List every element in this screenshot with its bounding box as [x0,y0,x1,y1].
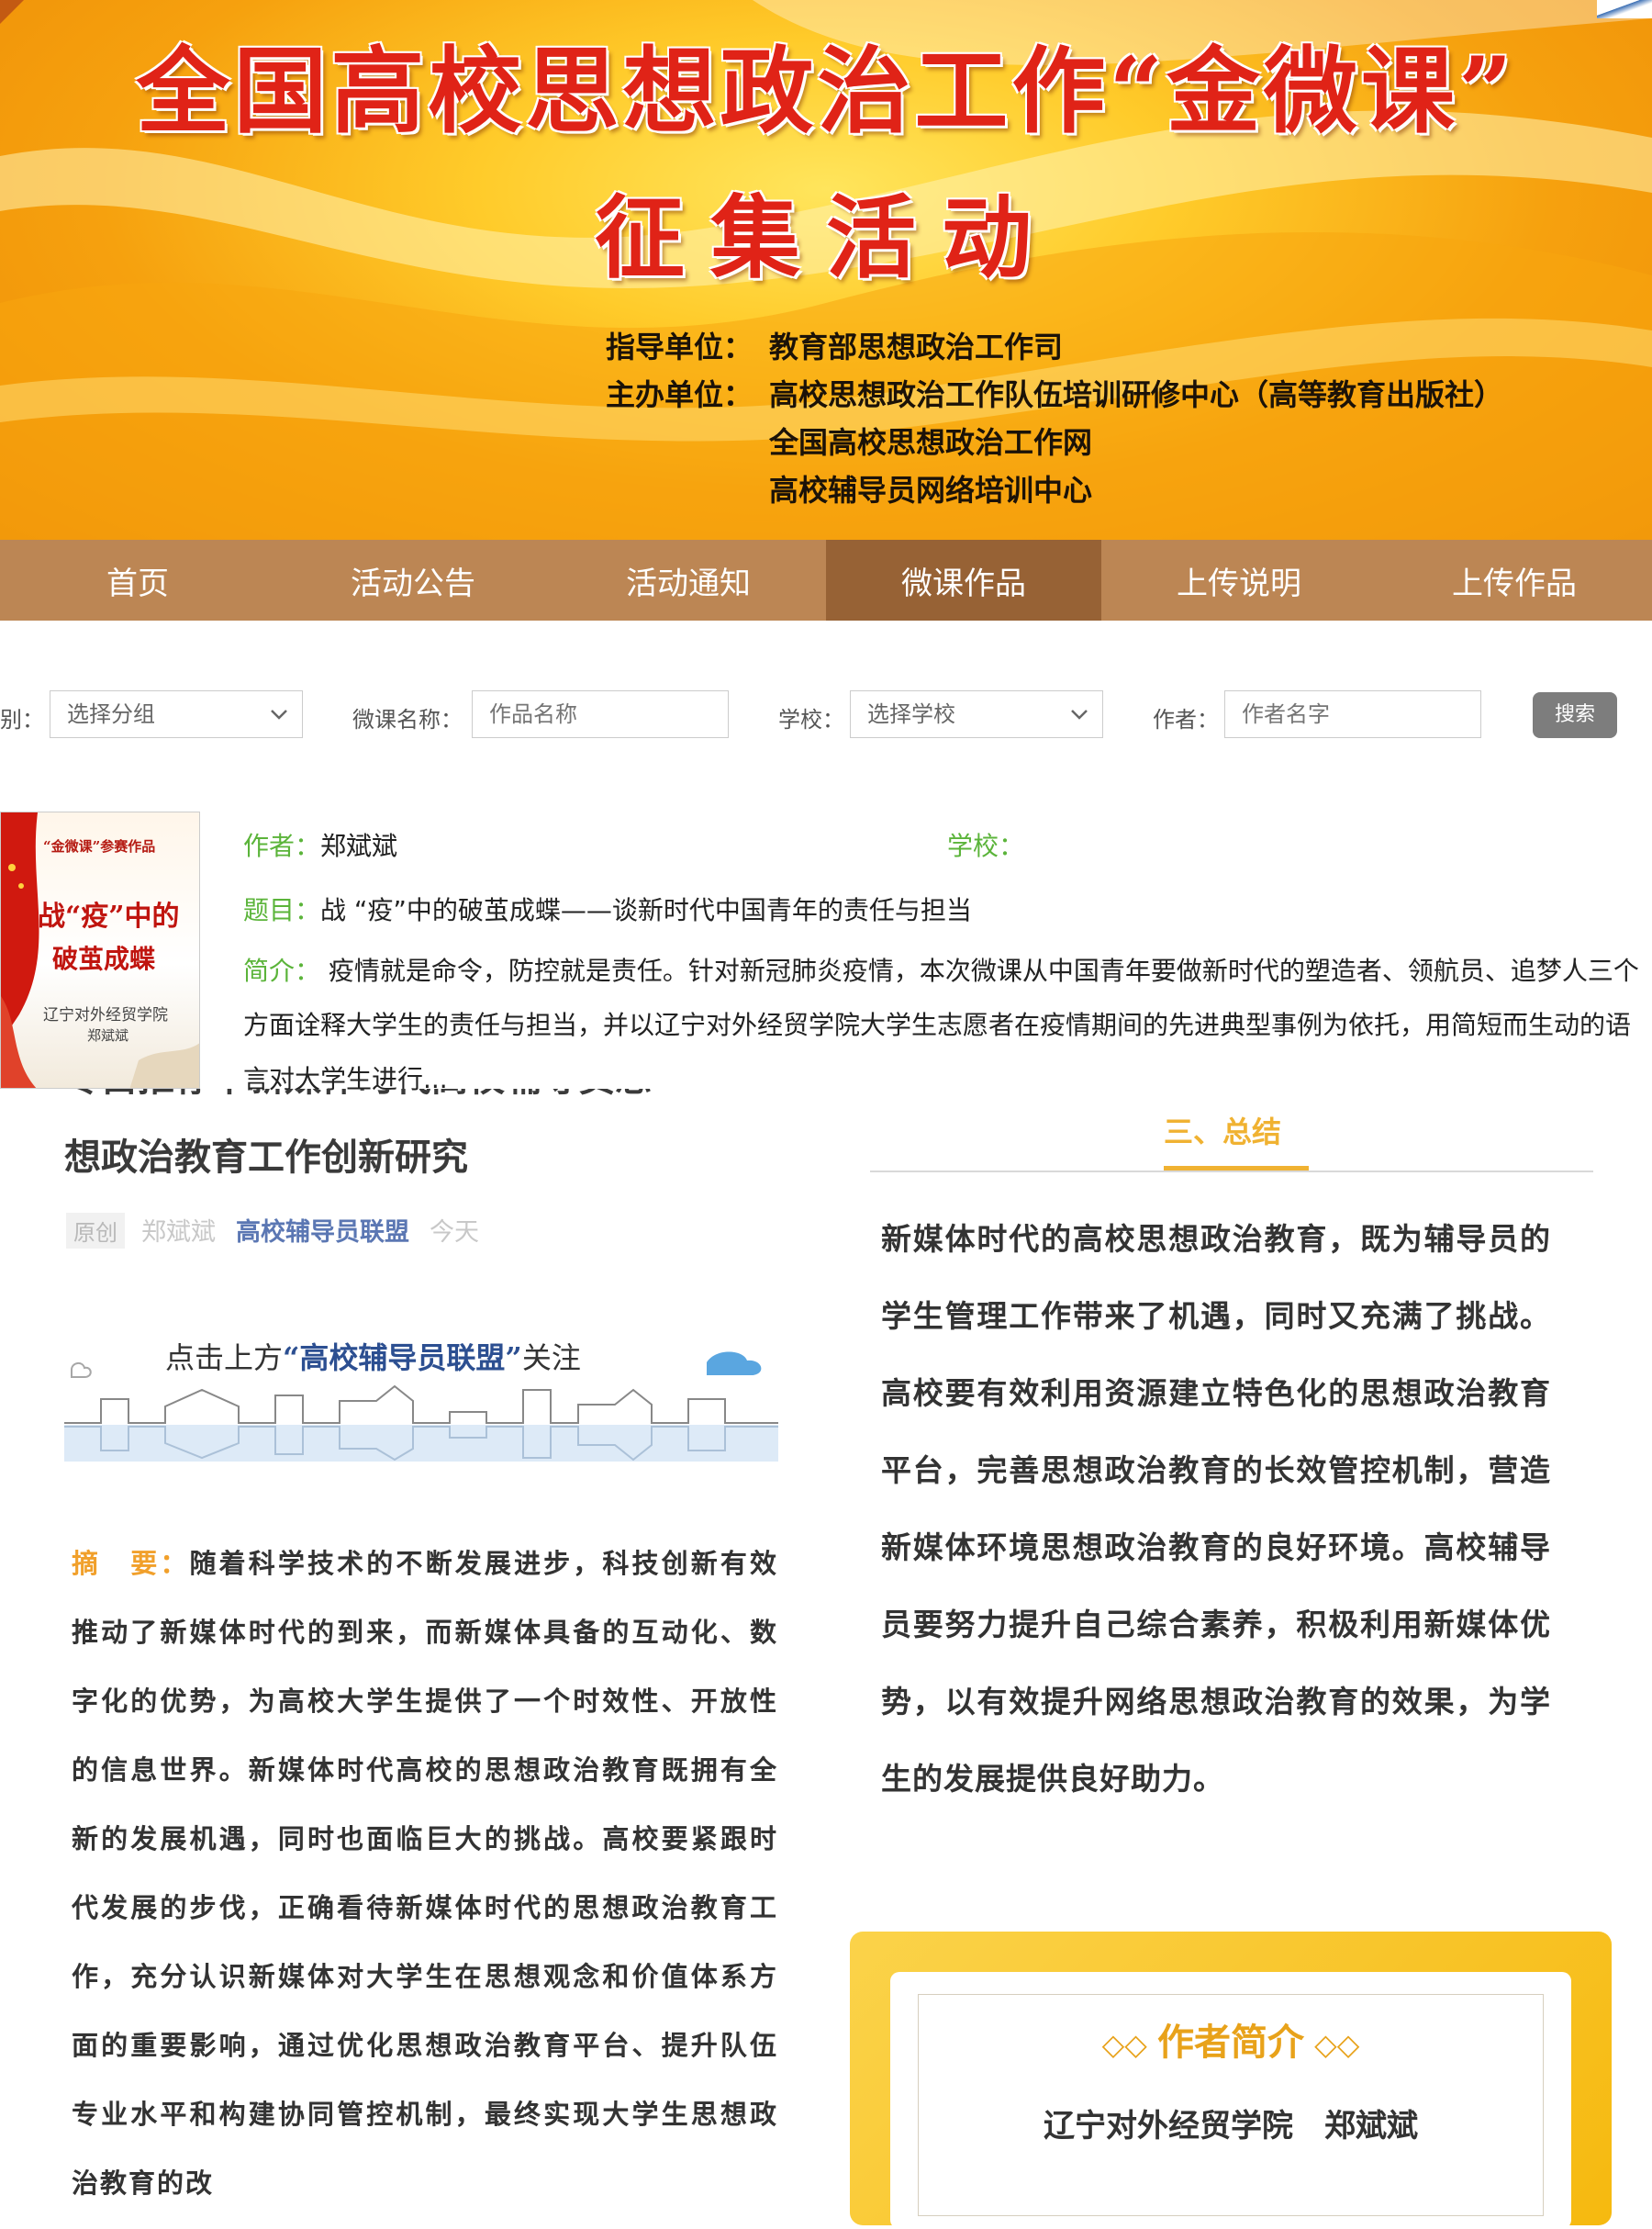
author-filter-label: 作者： [1153,707,1219,733]
abstract-label: 摘 要： [72,1548,190,1579]
diamond-ornament-icon: ◇◇ [1101,2027,1157,2062]
article-preview-left: 专白推荐丨新媒体时代高校辅导员思 想政治教育工作创新研究 原创郑斌斌高校辅导员联… [0,1089,808,2203]
search-button[interactable]: 搜索 [1533,692,1617,738]
article-author: 郑斌斌 [141,1218,216,1247]
host-unit-row: 高校辅导员网络培训中心 [606,466,1503,514]
author-name-input[interactable] [1224,690,1481,738]
author-intro-heading: 作者简介 [1157,2022,1304,2064]
organizer-info: 指导单位： 教育部思想政治工作司 主办单位： 高校思想政治工作队伍培训研修中心（高等… [606,323,1503,514]
follow-prompt: 点击上方“高校辅导员联盟”关注 [165,1335,581,1377]
result-school: 学校： [947,826,1024,863]
author-intro-title: ◇◇ 作者简介 ◇◇ [890,2012,1571,2066]
thumbnail-top-text: “金微课”参赛作品 [43,838,156,855]
summary-text: 新媒体时代的高校思想政治教育，既为辅导员的学生管理工作带来了机遇，同时又充满了挑… [881,1221,1551,1797]
work-name-input[interactable] [472,690,729,738]
host-unit-value: 高校辅导员网络培训中心 [769,473,1093,508]
account-link[interactable]: 高校辅导员联盟 [236,1218,409,1247]
follow-account: “高校辅导员联盟” [283,1340,522,1375]
banner-subtitle: 征集活动 [594,185,1057,291]
host-unit-label: 主办单位： [606,377,753,412]
group-filter-label: 别： [0,707,44,733]
banner-title: 全国高校思想政治工作“金微课” [136,37,1516,147]
description-text: 疫情就是命令，防控就是责任。针对新冠肺炎疫情，本次微课从中国青年要做新时代的塑造… [243,956,1639,1094]
guide-unit-label: 指导单位： [606,330,753,364]
section-divider [870,1171,1593,1172]
thumbnail-school: 辽宁对外经贸学院 [43,1006,168,1025]
author-intro-card: ◇◇ 作者简介 ◇◇ 辽宁对外经贸学院 郑斌斌 [850,1932,1612,2229]
nav-item-home[interactable]: 首页 [0,540,275,621]
description-label: 简介： [243,956,321,986]
school-label: 学校： [947,831,1025,861]
author-label: 作者： [243,831,321,861]
nav-item-notices[interactable]: 活动通知 [551,540,826,621]
section-heading: 三、总结 [1164,1114,1282,1149]
school-filter-label: 学校： [778,707,844,733]
thumbnail-title: 破茧成蝶 [52,944,156,974]
original-badge: 原创 [66,1213,125,1249]
search-filter-bar: 别： 选择分组 微课名称： 学校： 选择学校 作者： 搜索 [0,690,1652,740]
chevron-down-icon [271,710,287,720]
chevron-down-icon [1071,710,1088,720]
result-description: 简介： 疫情就是命令，防控就是责任。针对新冠肺炎疫情，本次微课从中国青年要做新时… [243,944,1652,1109]
nav-item-upload-works[interactable]: 上传作品 [1377,540,1652,621]
banner-corner-decoration-right [1597,0,1652,18]
result-topic[interactable]: 题目：战 “疫”中的破茧成蝶——谈新时代中国青年的责任与担当 [243,890,972,927]
school-select[interactable]: 选择学校 [850,690,1103,738]
nav-item-upload-guide[interactable]: 上传说明 [1101,540,1377,621]
author-intro-card-inner: ◇◇ 作者简介 ◇◇ 辽宁对外经贸学院 郑斌斌 [890,1972,1571,2229]
group-select[interactable]: 选择分组 [50,690,303,738]
host-unit-value: 高校思想政治工作队伍培训研修中心（高等教育出版社） [769,377,1504,412]
group-select-value: 选择分组 [67,701,155,727]
host-unit-value: 全国高校思想政治工作网 [769,425,1093,460]
topic-value: 战 “疫”中的破茧成蝶——谈新时代中国青年的责任与担当 [320,895,972,925]
host-unit-row: 主办单位： 高校思想政治工作队伍培训研修中心（高等教育出版社） [606,371,1503,419]
thumbnail-author: 郑斌斌 [87,1027,129,1044]
follow-suffix: 关注 [521,1340,581,1375]
abstract-text: 随着科学技术的不断发展进步，科技创新有效推动了新媒体时代的到来，而新媒体具备的互… [72,1548,778,2199]
thumbnail-title: 战“疫”中的 [38,901,180,933]
result-author: 作者：郑斌斌 [243,826,397,863]
nav-item-works[interactable]: 微课作品 [826,540,1101,621]
host-unit-row: 全国高校思想政治工作网 [606,419,1503,466]
article-meta: 原创 郑斌斌 高校辅导员联盟 今天 [66,1212,479,1249]
author-intro-text: 辽宁对外经贸学院 郑斌斌 [1044,2108,1418,2145]
header-banner: 全国高校思想政治工作“金微课” 征集活动 指导单位： 教育部思想政治工作司 主办单… [0,0,1652,540]
author-value: 郑斌斌 [320,831,398,861]
guide-unit-row: 指导单位： 教育部思想政治工作司 [606,323,1503,371]
name-filter-label: 微课名称： [352,707,463,733]
school-select-value: 选择学校 [867,701,955,727]
article-title: 想政治教育工作创新研究 [64,1137,468,1179]
topic-label: 题目： [243,895,321,925]
article-title-cut: 专白推荐丨新媒体时代高校辅导员思 [64,1089,652,1102]
main-nav: 首页 活动公告 活动通知 微课作品 上传说明 上传作品 [0,540,1652,621]
follow-banner: 点击上方“高校辅导员联盟”关注 [64,1335,778,1463]
follow-prefix: 点击上方 [165,1340,284,1375]
article-abstract: 摘 要：随着科学技术的不断发展进步，科技创新有效推动了新媒体时代的到来，而新媒体… [72,1529,778,2203]
article-date: 今天 [430,1218,479,1247]
diamond-ornament-icon: ◇◇ [1304,2027,1360,2062]
work-thumbnail[interactable]: “金微课”参赛作品 战“疫”中的 破茧成蝶 辽宁对外经贸学院 郑斌斌 [0,812,200,1089]
guide-unit-value: 教育部思想政治工作司 [769,330,1064,364]
nav-item-announcements[interactable]: 活动公告 [275,540,551,621]
